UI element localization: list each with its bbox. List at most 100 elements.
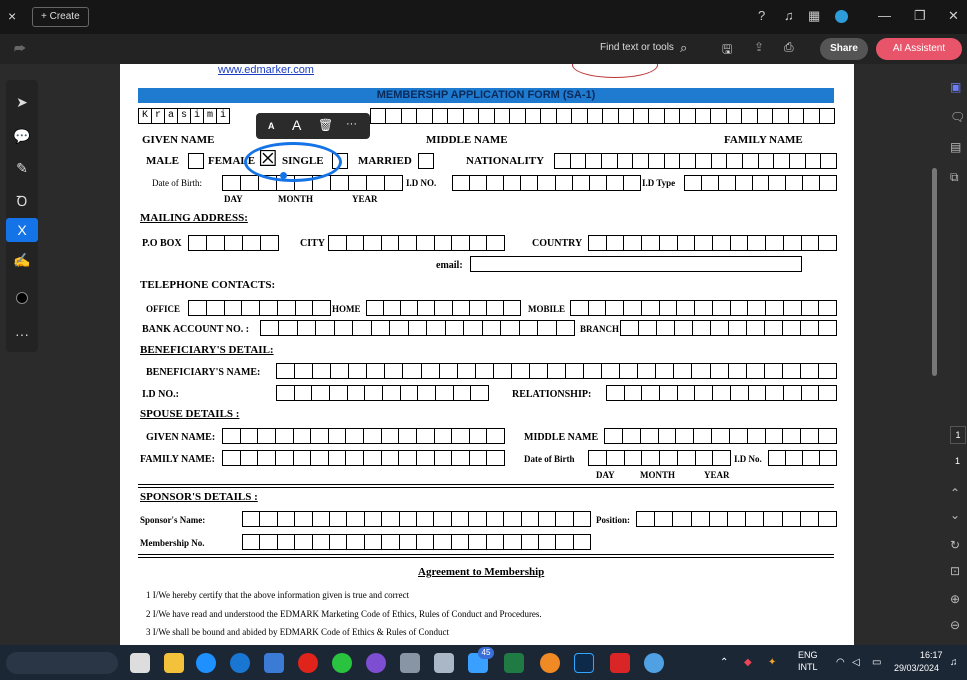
char-box[interactable] (537, 534, 557, 550)
app-icon[interactable] (644, 653, 664, 673)
char-box[interactable] (493, 108, 511, 124)
lang-top[interactable]: ENG (798, 650, 818, 660)
char-box[interactable] (782, 320, 801, 336)
decrease-font-button[interactable]: A (268, 121, 275, 131)
branch-boxes[interactable] (620, 320, 837, 336)
char-box[interactable] (601, 153, 618, 169)
char-box[interactable] (416, 511, 435, 527)
char-box[interactable] (583, 363, 603, 379)
char-box[interactable] (311, 385, 331, 401)
id-no-boxes[interactable] (452, 175, 642, 191)
char-box[interactable] (363, 428, 382, 444)
char-box[interactable] (663, 108, 681, 124)
char-box[interactable] (787, 108, 805, 124)
char-box[interactable] (433, 511, 452, 527)
close-window-icon[interactable]: ✕ (948, 8, 959, 24)
char-box[interactable] (380, 428, 400, 444)
char-box[interactable] (293, 385, 313, 401)
char-box[interactable] (694, 300, 713, 316)
char-box[interactable] (330, 363, 350, 379)
char-box[interactable] (537, 320, 557, 336)
char-box[interactable] (684, 175, 702, 191)
viber-icon[interactable] (366, 653, 386, 673)
char-box[interactable] (800, 300, 820, 316)
refresh-icon[interactable]: ↻ (950, 538, 960, 552)
copy-icon[interactable]: ⧉ (950, 170, 959, 185)
char-box[interactable] (621, 428, 641, 444)
char-box[interactable] (260, 320, 280, 336)
char-box[interactable] (768, 450, 786, 466)
char-box[interactable] (587, 300, 607, 316)
opera-icon[interactable] (298, 653, 318, 673)
married-checkbox[interactable] (418, 153, 434, 169)
char-box[interactable] (311, 511, 331, 527)
char-box[interactable] (632, 153, 650, 169)
char-box[interactable] (617, 108, 634, 124)
spouse-given-boxes[interactable] (222, 428, 505, 444)
char-box[interactable] (765, 385, 784, 401)
char-box[interactable] (274, 450, 294, 466)
tray-app-icon[interactable]: ✦ (768, 657, 776, 668)
char-box[interactable] (537, 175, 556, 191)
char-box[interactable] (399, 385, 419, 401)
create-button[interactable]: + Create (32, 7, 89, 27)
char-box[interactable] (416, 534, 435, 550)
char-box[interactable] (434, 300, 453, 316)
char-box[interactable] (712, 235, 731, 251)
char-box[interactable] (327, 428, 347, 444)
char-box[interactable] (555, 108, 573, 124)
char-box[interactable] (785, 175, 804, 191)
char-box[interactable] (310, 428, 329, 444)
share-arrow-icon[interactable]: ⮫ (14, 41, 26, 57)
char-box[interactable] (366, 175, 385, 191)
char-box[interactable] (294, 511, 313, 527)
comment-icon[interactable]: 💬 (6, 128, 38, 145)
char-box[interactable] (402, 363, 422, 379)
char-box[interactable] (363, 450, 382, 466)
email-field[interactable] (470, 256, 802, 272)
char-box[interactable] (503, 511, 522, 527)
char-box[interactable] (676, 300, 696, 316)
char-box[interactable] (555, 511, 574, 527)
char-box[interactable] (537, 511, 557, 527)
char-box[interactable] (481, 320, 502, 336)
color-swatch[interactable] (16, 292, 28, 304)
char-box[interactable] (726, 153, 744, 169)
char-box[interactable] (606, 385, 625, 401)
char-box[interactable] (451, 450, 470, 466)
char-box[interactable] (222, 450, 241, 466)
notifications-bell-icon[interactable]: ♫ (950, 657, 958, 668)
char-box[interactable] (799, 511, 819, 527)
char-box[interactable] (381, 511, 400, 527)
char-box[interactable] (571, 175, 590, 191)
char-box[interactable] (468, 511, 487, 527)
char-box[interactable] (346, 385, 366, 401)
page-current[interactable]: 1 (950, 426, 966, 444)
char-box[interactable] (416, 108, 433, 124)
char-box[interactable] (398, 235, 417, 251)
minimize-icon[interactable]: — (878, 8, 891, 23)
char-box[interactable] (315, 320, 335, 336)
char-box[interactable] (763, 511, 783, 527)
char-box[interactable] (728, 428, 748, 444)
char-box[interactable] (728, 320, 747, 336)
char-box[interactable] (366, 363, 386, 379)
char-box[interactable] (694, 108, 712, 124)
char-box[interactable] (729, 235, 749, 251)
char-box[interactable] (239, 450, 259, 466)
char-box[interactable] (742, 153, 759, 169)
char-box[interactable] (433, 428, 453, 444)
char-box[interactable] (385, 108, 402, 124)
trash-icon[interactable]: 🗑 (318, 118, 333, 132)
char-box[interactable] (370, 320, 391, 336)
office-boxes[interactable] (188, 300, 331, 316)
char-box[interactable] (693, 428, 713, 444)
char-box[interactable] (381, 534, 400, 550)
char-box[interactable] (800, 428, 820, 444)
battery-icon[interactable]: ▭ (872, 657, 881, 668)
char-box[interactable] (782, 385, 802, 401)
membership-no-boxes[interactable] (242, 534, 592, 550)
char-box[interactable] (741, 108, 758, 124)
lang-bottom[interactable]: INTL (798, 662, 818, 672)
char-box[interactable] (451, 300, 470, 316)
